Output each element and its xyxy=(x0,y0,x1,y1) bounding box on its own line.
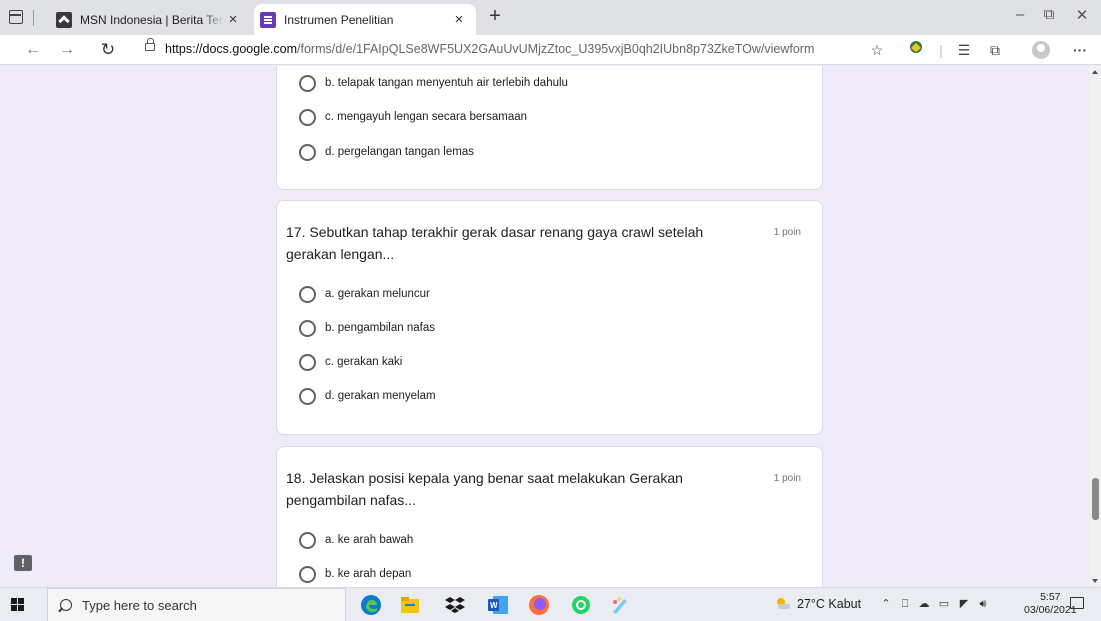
question-text: 17. Sebutkan tahap terakhir gerak dasar … xyxy=(286,224,704,262)
radio-button[interactable] xyxy=(299,387,316,405)
search-placeholder: Type here to search xyxy=(82,597,197,613)
tab-msn[interactable]: MSN Indonesia | Berita Terkini Hari Ini … xyxy=(50,4,250,35)
question-text: 18. Jelaskan posisi kepala yang benar sa… xyxy=(286,470,683,508)
tab-actions-icon[interactable] xyxy=(9,10,23,24)
extension-icon[interactable] xyxy=(905,39,927,61)
radio-button[interactable] xyxy=(299,319,316,337)
tab-close-icon[interactable]: × xyxy=(224,11,242,28)
answer-option[interactable]: a. ke arah bawah xyxy=(299,530,413,550)
answer-option[interactable]: d. gerakan menyelam xyxy=(299,386,436,406)
answer-option[interactable]: d. pergelangan tangan lemas xyxy=(299,142,474,162)
lock-icon[interactable] xyxy=(145,38,155,51)
paint-icon[interactable] xyxy=(608,593,632,617)
answer-option[interactable]: c. gerakan kaki xyxy=(299,352,402,372)
taskbar: Type here to search W 27°C Kabut ⌃ ⎕ ☁ ▭… xyxy=(0,587,1101,621)
clock-date: 03/06/2021 xyxy=(1024,604,1077,616)
question-points: 1 poin xyxy=(773,227,801,238)
answer-option[interactable]: b. telapak tangan menyentuh air terlebih… xyxy=(299,73,568,93)
answer-option[interactable]: b. pengambilan nafas xyxy=(299,318,435,338)
microsoft-word-icon[interactable]: W xyxy=(486,593,510,617)
scroll-down-arrow-icon[interactable] xyxy=(1092,579,1098,583)
new-tab-button[interactable]: + xyxy=(482,5,508,28)
tab-instrumen-penelitian[interactable]: Instrumen Penelitian × xyxy=(254,4,476,35)
radio-button[interactable] xyxy=(299,531,316,549)
radio-button[interactable] xyxy=(299,108,316,126)
page-scrollbar[interactable] xyxy=(1090,66,1101,587)
collections-icon[interactable]: ⧉ xyxy=(984,39,1006,61)
question-card-16: b. telapak tangan menyentuh air terlebih… xyxy=(276,66,823,190)
search-icon xyxy=(60,599,72,611)
meet-now-icon[interactable]: ⎕ xyxy=(898,597,912,611)
add-favorite-icon[interactable]: ☆ xyxy=(866,39,888,61)
wifi-icon[interactable]: ◤ xyxy=(957,597,971,611)
radio-button[interactable] xyxy=(299,143,316,161)
svg-text:W: W xyxy=(490,601,498,610)
refresh-button[interactable]: ↻ xyxy=(97,39,119,61)
weather-text[interactable]: 27°C Kabut xyxy=(797,597,861,611)
radio-button[interactable] xyxy=(299,565,316,583)
radio-button[interactable] xyxy=(299,353,316,371)
report-feedback-button[interactable]: ! xyxy=(14,555,32,571)
favorites-icon[interactable]: ☰ xyxy=(953,39,975,61)
tab-title: Instrumen Penelitian xyxy=(284,12,394,27)
weather-icon[interactable] xyxy=(775,596,790,610)
file-explorer-icon[interactable] xyxy=(398,593,422,617)
google-forms-favicon-icon xyxy=(260,11,276,28)
msn-favicon-icon xyxy=(56,11,72,28)
battery-icon[interactable]: ▭ xyxy=(937,597,951,611)
question-card-17: 17. Sebutkan tahap terakhir gerak dasar … xyxy=(276,200,823,435)
volume-icon[interactable]: 🔊︎ xyxy=(976,597,990,611)
forward-button[interactable]: → xyxy=(56,39,78,61)
url-field[interactable]: https://docs.google.com/forms/d/e/1FAIpQ… xyxy=(165,42,814,56)
radio-button[interactable] xyxy=(299,74,316,92)
restore-button[interactable]: ⧉ xyxy=(1031,6,1067,23)
question-card-18: 18. Jelaskan posisi kepala yang benar sa… xyxy=(276,446,823,587)
profile-avatar[interactable] xyxy=(1032,41,1050,59)
back-button[interactable]: ← xyxy=(22,39,44,61)
windows-start-icon[interactable] xyxy=(11,598,25,612)
firefox-icon[interactable] xyxy=(527,593,551,617)
answer-option[interactable]: c. mengayuh lengan secara bersamaan xyxy=(299,107,527,127)
tab-strip: MSN Indonesia | Berita Terkini Hari Ini … xyxy=(0,0,1101,35)
edge-browser-icon[interactable] xyxy=(359,593,383,617)
system-clock[interactable]: 5:57 03/06/2021 xyxy=(1024,591,1077,617)
question-points: 1 poin xyxy=(773,473,801,484)
toolbar-divider: | xyxy=(939,42,943,58)
tab-title: MSN Indonesia | Berita Terkini Hari Ini xyxy=(80,12,224,27)
show-hidden-icons-chevron-icon[interactable]: ⌃ xyxy=(879,597,893,611)
answer-option[interactable]: a. gerakan meluncur xyxy=(299,284,430,304)
dropbox-icon[interactable] xyxy=(443,593,467,617)
address-bar: ← → ↻ https://docs.google.com/forms/d/e/… xyxy=(0,35,1101,65)
tab-close-icon[interactable]: × xyxy=(450,11,468,28)
answer-option[interactable]: b. ke arah depan xyxy=(299,564,411,584)
radio-button[interactable] xyxy=(299,285,316,303)
page-viewport: b. telapak tangan menyentuh air terlebih… xyxy=(0,66,1101,587)
whatsapp-icon[interactable] xyxy=(569,593,593,617)
clock-time: 5:57 xyxy=(1040,591,1061,603)
close-window-button[interactable]: ✕ xyxy=(1064,6,1100,24)
scrollbar-thumb[interactable] xyxy=(1092,478,1099,520)
onedrive-sync-icon[interactable]: ☁ xyxy=(917,597,931,611)
scroll-up-arrow-icon[interactable] xyxy=(1092,70,1098,74)
notification-center-icon[interactable] xyxy=(1070,597,1084,609)
more-menu-icon[interactable]: ··· xyxy=(1069,39,1091,61)
tab-separator xyxy=(33,10,34,26)
taskbar-search-box[interactable]: Type here to search xyxy=(47,588,346,621)
